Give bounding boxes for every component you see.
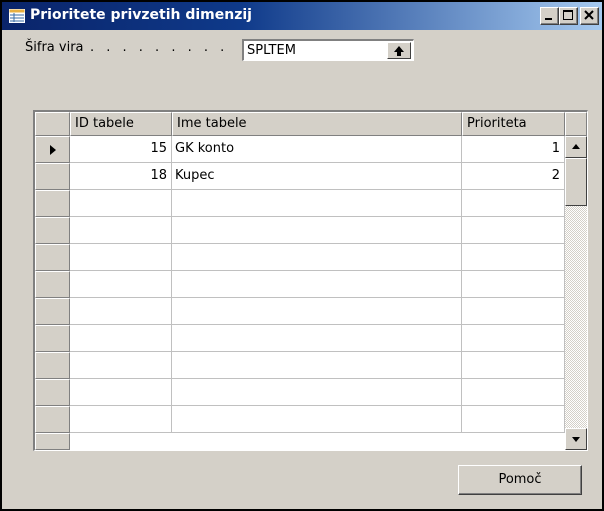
empty-cell[interactable]	[462, 325, 565, 352]
empty-cell[interactable]	[172, 352, 462, 379]
minimize-button[interactable]	[540, 7, 559, 25]
row-selector[interactable]	[35, 217, 70, 244]
header-corner-right	[565, 112, 587, 136]
row-selector[interactable]	[35, 244, 70, 271]
empty-cell[interactable]	[172, 271, 462, 298]
empty-cell[interactable]	[70, 190, 172, 217]
empty-cell[interactable]	[172, 298, 462, 325]
title-bar[interactable]: Prioritete privzetih dimenzij	[2, 2, 602, 30]
empty-cell[interactable]	[172, 379, 462, 406]
scroll-up-icon	[572, 144, 580, 149]
empty-cell[interactable]	[172, 190, 462, 217]
priority-table: ID tabele Ime tabele Prioriteta 15 GK ko…	[33, 110, 588, 451]
table-cell-table-id[interactable]: 15	[70, 136, 172, 163]
empty-cell[interactable]	[462, 379, 565, 406]
row-selector[interactable]	[35, 298, 70, 325]
empty-cell[interactable]	[462, 406, 565, 433]
empty-cell[interactable]	[70, 271, 172, 298]
empty-cell[interactable]	[70, 217, 172, 244]
empty-cell[interactable]	[462, 298, 565, 325]
empty-cell[interactable]	[70, 298, 172, 325]
help-button[interactable]: Pomoč	[458, 465, 582, 495]
close-icon	[584, 10, 594, 20]
column-header-priority[interactable]: Prioriteta	[462, 112, 565, 136]
row-pointer-icon	[50, 145, 56, 155]
empty-cell[interactable]	[172, 217, 462, 244]
lookup-button[interactable]	[387, 42, 411, 59]
label-leader-dots: . . . . . . . . .	[90, 40, 229, 55]
empty-cell[interactable]	[70, 244, 172, 271]
empty-cell[interactable]	[70, 379, 172, 406]
table-cell-table-name[interactable]: GK konto	[172, 136, 462, 163]
row-selector[interactable]	[35, 190, 70, 217]
empty-cell[interactable]	[172, 325, 462, 352]
maximize-button[interactable]	[559, 7, 578, 25]
row-selector[interactable]	[35, 379, 70, 406]
empty-cell[interactable]	[462, 244, 565, 271]
scroll-down-button[interactable]	[565, 428, 587, 450]
empty-cell[interactable]	[70, 406, 172, 433]
empty-cell[interactable]	[462, 271, 565, 298]
empty-cell[interactable]	[462, 352, 565, 379]
close-button[interactable]	[580, 7, 599, 25]
empty-cell[interactable]	[172, 244, 462, 271]
column-header-table-name[interactable]: Ime tabele	[172, 112, 462, 136]
minimize-icon	[545, 18, 552, 20]
source-code-value: SPLTEM	[247, 43, 296, 58]
column-header-table-id[interactable]: ID tabele	[70, 112, 172, 136]
header-corner	[35, 112, 70, 136]
row-selector[interactable]	[35, 163, 70, 190]
scroll-down-icon	[572, 437, 580, 442]
table-cell-priority[interactable]: 1	[462, 136, 565, 163]
empty-cell[interactable]	[462, 217, 565, 244]
table-cell-priority[interactable]: 2	[462, 163, 565, 190]
dialog-window: Prioritete privzetih dimenzij Šifra vira…	[0, 0, 604, 511]
arrow-up-lookup-icon	[394, 46, 404, 56]
source-code-input[interactable]: SPLTEM	[242, 39, 414, 61]
vertical-scrollbar[interactable]	[565, 136, 587, 450]
form-icon	[9, 9, 25, 23]
row-selector[interactable]	[35, 136, 70, 163]
row-selector[interactable]	[35, 352, 70, 379]
empty-cell[interactable]	[172, 406, 462, 433]
scroll-thumb[interactable]	[565, 158, 587, 206]
empty-cell[interactable]	[462, 190, 565, 217]
scroll-up-button[interactable]	[565, 136, 587, 158]
row-selector[interactable]	[35, 325, 70, 352]
empty-cell[interactable]	[70, 352, 172, 379]
table-grid: ID tabele Ime tabele Prioriteta 15 GK ko…	[35, 112, 565, 450]
source-code-label: Šifra vira	[25, 40, 84, 55]
row-selector[interactable]	[35, 406, 70, 433]
row-selector[interactable]	[35, 271, 70, 298]
window-title: Prioritete privzetih dimenzij	[30, 7, 252, 23]
table-cell-table-id[interactable]: 18	[70, 163, 172, 190]
empty-cell[interactable]	[70, 325, 172, 352]
maximize-icon	[563, 10, 573, 20]
table-cell-table-name[interactable]: Kupec	[172, 163, 462, 190]
row-selector[interactable]	[35, 433, 70, 450]
